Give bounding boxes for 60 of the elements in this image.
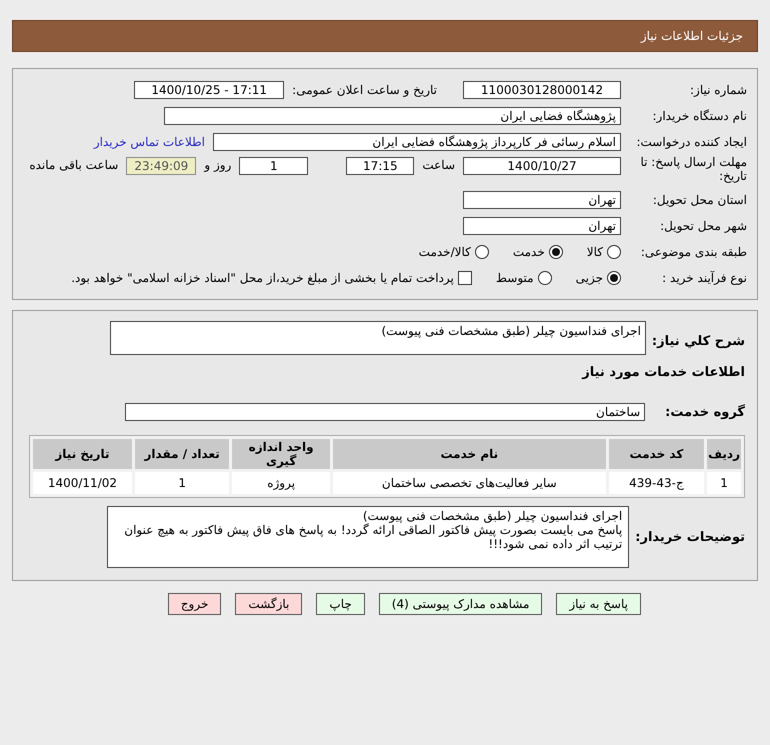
table-cell: 1 (134, 472, 230, 494)
action-button[interactable]: بازگشت (235, 593, 302, 615)
radio-button[interactable] (474, 245, 489, 259)
field-label: استان محل تحویل: (652, 193, 747, 207)
field-label: روز و (204, 158, 232, 172)
summary-field: اجرای فنداسیون چیلر (طبق مشخصات فنی پیوست) (110, 321, 646, 355)
field-label: طبقه بندی موضوعی: (640, 245, 747, 259)
column-header: تعداد / مقدار (134, 439, 230, 469)
action-button[interactable]: پاسخ به نیاز (556, 593, 641, 615)
table-cell: 1 (707, 472, 741, 494)
action-button[interactable]: خروج (168, 593, 222, 615)
table-cell: 1400/11/02 (33, 472, 132, 494)
announce-date-field: 1400/10/25 - 17:11 (134, 81, 284, 99)
column-header: واحد اندازه گیری (232, 439, 330, 469)
buyer-notes: اجرای فنداسیون چیلر (طبق مشخصات فنی پیوست) پاسخ می بایست بصورت پیش فاکتور الصاقی ارائه گردد! به پاسخ های فاق پیش فاکتور به هیچ عنوان ترتیب اثر داده نمی شود!!! (107, 506, 630, 568)
field-label: نوع فرآیند خرید : (661, 271, 747, 285)
table-cell: پروژه (232, 472, 330, 494)
table-cell: ج-43-439 (608, 472, 704, 494)
table-cell: سایر فعالیت‌های تخصصی ساختمان (332, 472, 606, 494)
field-label: نام دستگاه خریدار: (652, 109, 747, 123)
field-label: شرح کلي نیاز: (652, 334, 745, 348)
province-field: تهران (463, 191, 621, 209)
checkbox-label: پرداخت تمام یا بخشی از مبلغ خرید،از محل "اسناد خزانه اسلامی" خواهد بود. (71, 271, 454, 285)
contact-link[interactable]: اطلاعات تماس خریدار (94, 135, 205, 149)
service-group-field: ساختمان (125, 403, 646, 421)
deadline-date-field: 1400/10/27 (463, 157, 621, 175)
radio-button[interactable] (607, 271, 621, 285)
remaining-time-field: 23:49:09 (126, 157, 196, 175)
deadline-time-field: 17:15 (346, 157, 414, 175)
option-label: کالا/خدمت (418, 245, 471, 259)
field-label: ایجاد کننده درخواست: (635, 135, 747, 149)
column-header: کد خدمت (608, 439, 704, 469)
column-header: ردیف (707, 439, 741, 469)
field-label: توضیحات خریدار: (635, 530, 745, 544)
action-button[interactable]: مشاهده مدارک پیوستی (4) (378, 593, 542, 615)
field-label: مهلت ارسال پاسخ: تا تاریخ: (639, 155, 747, 183)
field-label: تاریخ و ساعت اعلان عمومی: (292, 83, 437, 97)
radio-button[interactable] (548, 245, 563, 259)
option-label: متوسط (496, 271, 534, 285)
field-label: شماره نیاز: (689, 83, 747, 97)
requester-field: اسلام رسائی فر کارپرداز پژوهشگاه فضایی ایران (213, 133, 621, 151)
field-label: ساعت (422, 158, 455, 172)
days-field: 1 (239, 157, 308, 175)
action-button[interactable]: چاپ (316, 593, 365, 615)
city-field: تهران (463, 217, 621, 235)
field-label: گروه خدمت: (665, 404, 745, 420)
section-title: اطلاعات خدمات مورد نیاز (582, 364, 745, 380)
page-title: جزئیات اطلاعات نیاز (640, 29, 743, 43)
field-label: ساعت باقی مانده (29, 158, 118, 172)
column-header: نام خدمت (332, 439, 606, 469)
buyer-field: پژوهشگاه فضایی ایران (164, 107, 621, 125)
column-header: تاریخ نیاز (33, 439, 132, 469)
option-label: کالا (586, 245, 603, 259)
option-label: جزیی (576, 271, 603, 285)
radio-button[interactable] (607, 245, 621, 259)
checkbox[interactable] (458, 271, 472, 285)
need-number-field: 1100030128000142 (463, 81, 621, 99)
radio-button[interactable] (538, 271, 552, 285)
field-label: شهر محل تحویل: (659, 219, 747, 233)
option-label: خدمت (512, 245, 545, 259)
